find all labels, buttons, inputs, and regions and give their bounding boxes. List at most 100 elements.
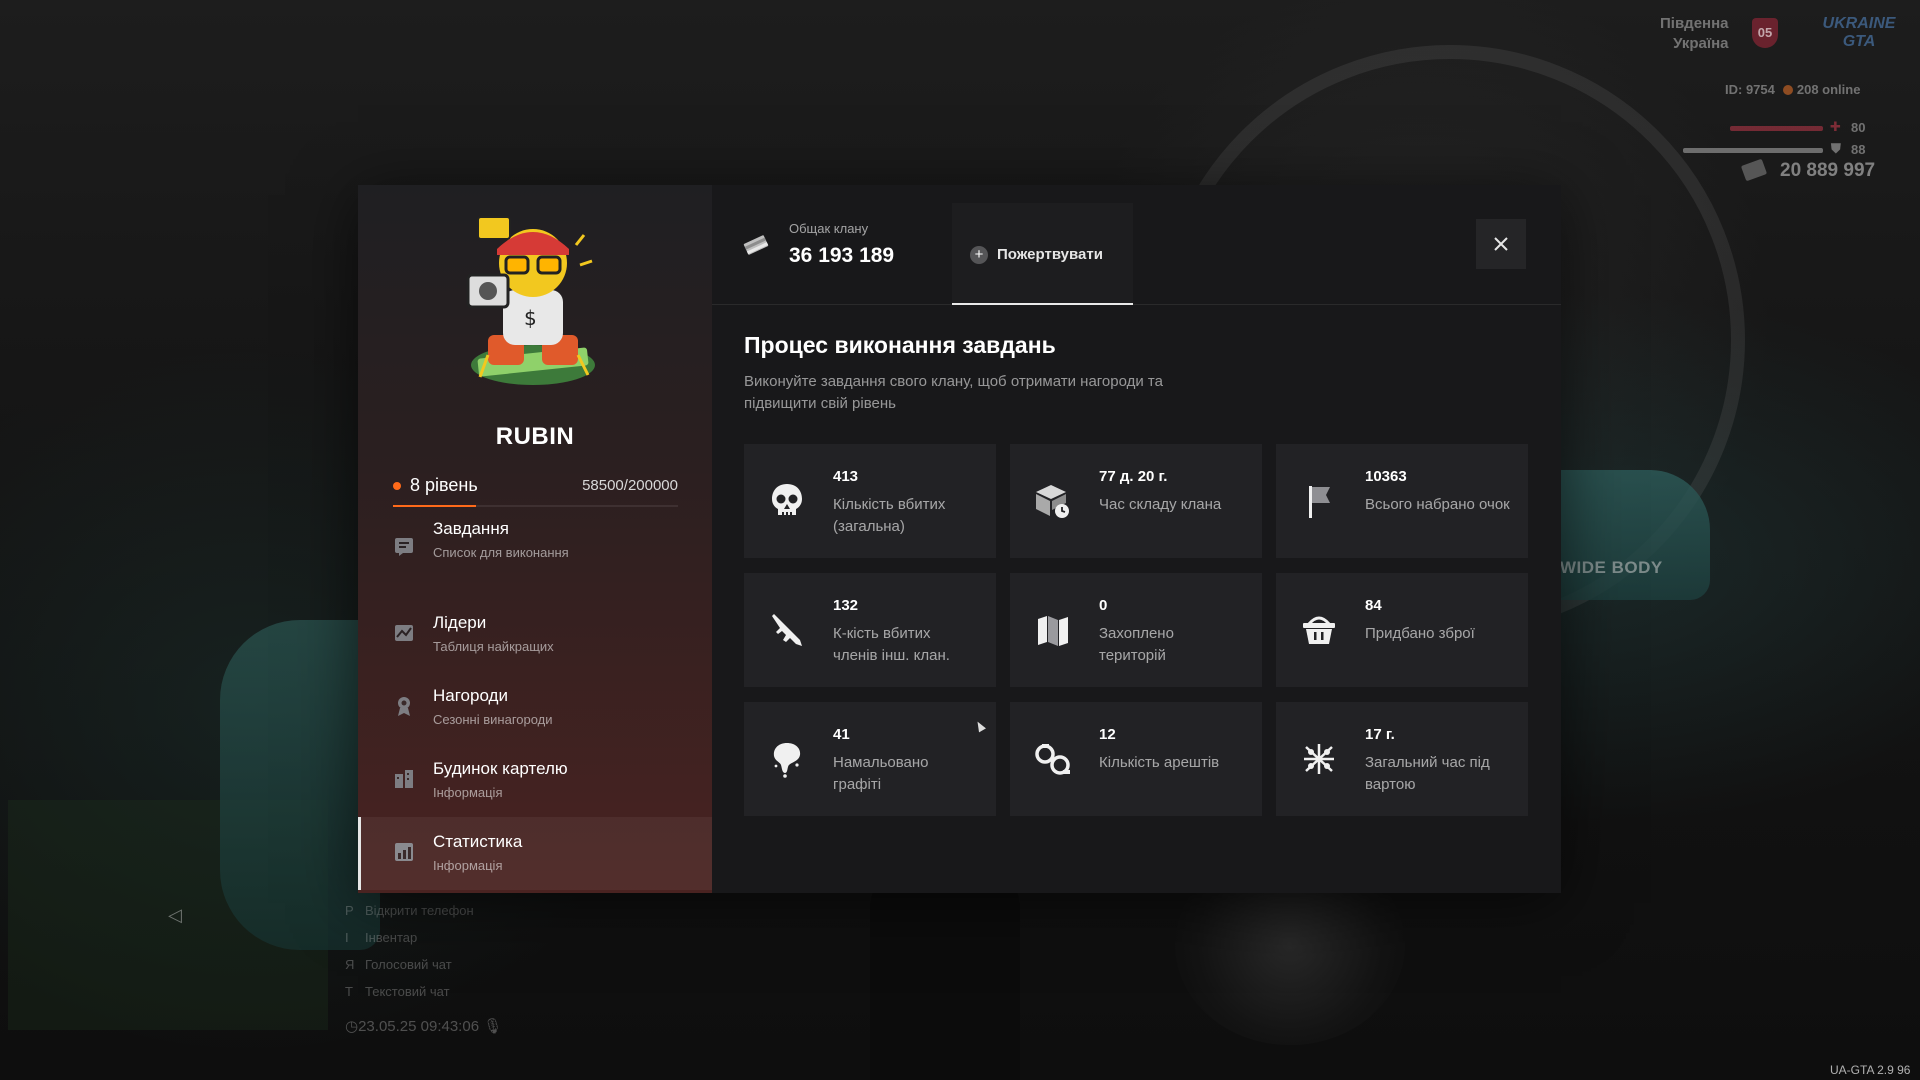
stat-value: 77 д. 20 г.: [1099, 468, 1168, 485]
stat-value: 84: [1365, 597, 1382, 614]
clan-avatar: $: [466, 216, 595, 385]
level-xp: 58500/200000: [582, 477, 678, 494]
sidebar-item-statistics[interactable]: Статистика Інформація: [358, 817, 712, 890]
sidebar-item-title: Нагороди: [433, 686, 508, 705]
clan-main-panel: Общак клану 36 193 189 + Пожертвувати Пр…: [712, 185, 1561, 893]
server-logo-line1: UKRAINE: [1822, 15, 1896, 32]
sidebar-item-subtitle: Таблиця найкращих: [433, 639, 554, 654]
server-logo-line2: GTA: [1842, 33, 1876, 50]
award-icon: [398, 697, 410, 716]
stat-card: 413 Кількість вбитих (загальна): [744, 444, 996, 558]
chart-icon: [395, 625, 413, 641]
stat-label: Час складу клана: [1099, 496, 1222, 513]
skull-icon: [772, 484, 802, 515]
sidebar-item-title: Завдання: [433, 519, 509, 538]
armor-bar: [1683, 148, 1823, 153]
stat-label: Загальний час під вартою: [1365, 754, 1490, 793]
sidebar-item-title: Будинок картелю: [433, 759, 568, 778]
key-hint: T Текстовий чат: [345, 978, 474, 1005]
stat-value: 17 г.: [1365, 726, 1395, 743]
stat-value: 132: [833, 597, 859, 614]
sidebar-item-subtitle: Інформація: [433, 858, 503, 873]
stat-label: Кількість вбитих (загальна): [833, 496, 946, 535]
stat-value: 12: [1099, 726, 1116, 743]
hud-id-online: ID: 9754 208 online: [1725, 82, 1860, 97]
key-hint-key: Я: [345, 957, 355, 972]
key-hints: P Відкрити телефон I Інвентар Я Голосовий ч…: [345, 897, 474, 1005]
clock-icon: ◷: [345, 1018, 359, 1035]
money-value: 20 889 997: [1780, 160, 1876, 181]
stat-card: 77 д. 20 г. Час складу клана: [1010, 444, 1262, 558]
sidebar-item-title: Статистика: [433, 832, 523, 851]
money-icon: [1740, 158, 1768, 182]
key-hint: Я Голосовий чат: [345, 951, 474, 978]
stat-card: 0 Захоплено територій: [1010, 573, 1262, 687]
section-description: Виконуйте завдання свого клану, щоб отри…: [744, 373, 1163, 412]
svg-text:$: $: [524, 306, 537, 330]
armor-icon: ⛊: [1831, 141, 1841, 156]
stat-value: 10363: [1365, 468, 1407, 485]
map-icon: [1038, 616, 1068, 646]
clan-modal: $ RUBIN 8 рівень 58500/200000 Завдання С…: [358, 185, 1561, 893]
region-badge: 05: [1752, 18, 1778, 48]
stat-card: 132 К-кість вбитих членів інш. клан.: [744, 573, 996, 687]
hud-region: Південна Україна: [1660, 14, 1729, 54]
donate-button-label: Пожертвувати: [997, 246, 1103, 263]
basket-icon: [1303, 616, 1335, 644]
stat-card: 41 Намальовано графіті: [744, 702, 996, 816]
server-logo: UKRAINE GTA: [1818, 15, 1900, 55]
key-hint-label: Голосовий чат: [365, 957, 452, 972]
close-icon: [1494, 237, 1508, 251]
level-progress: [393, 505, 678, 507]
key-hint-key: I: [345, 930, 349, 945]
treasury-value: 36 193 189: [789, 244, 895, 267]
sidebar-item-subtitle: Сезонні винагороди: [433, 712, 553, 727]
spray-icon: [773, 743, 801, 778]
building-icon: [395, 770, 413, 788]
box-clock-icon: [1036, 485, 1069, 518]
hud-region-line1: Південна: [1660, 15, 1729, 32]
sidebar-item-awards[interactable]: Нагороди Сезонні винагороди: [358, 671, 712, 744]
sidebar-item-subtitle: Список для виконання: [433, 545, 569, 560]
background-car-text: WIDE BODY: [1560, 558, 1663, 577]
stats-grid: 413 Кількість вбитих (загальна) 77 д. 20…: [744, 444, 1530, 816]
hud-region-line2: Україна: [1673, 35, 1729, 52]
stat-label: Кількість арештів: [1099, 754, 1220, 771]
sidebar-item-cartel-house[interactable]: Будинок картелю Інформація: [358, 744, 712, 817]
armor-value: 88: [1851, 142, 1866, 157]
sidebar-item-tasks[interactable]: Завдання Список для виконання: [358, 519, 712, 598]
rifle-icon: [772, 614, 802, 646]
sidebar-item-subtitle: Інформація: [433, 785, 503, 800]
stat-label: Захоплено територій: [1099, 625, 1174, 664]
handcuffs-icon: [1035, 744, 1070, 775]
prison-icon: [1304, 744, 1334, 774]
version-label: UA-GTA 2.9 96: [1830, 1063, 1911, 1077]
key-hint-label: Текстовий чат: [365, 984, 450, 999]
stat-label: Намальовано графіті: [833, 754, 929, 793]
clan-topbar: Общак клану 36 193 189 + Пожертвувати: [712, 185, 1561, 305]
stat-value: 0: [1099, 597, 1108, 614]
key-hint: P Відкрити телефон: [345, 897, 474, 924]
hud-money: 20 889 997: [1780, 160, 1875, 182]
treasury-label: Общак клану: [789, 221, 869, 236]
stat-label: К-кість вбитих членів інш. клан.: [833, 625, 950, 664]
key-hint-label: Відкрити телефон: [365, 903, 474, 918]
section-title: Процес виконання завдань: [744, 332, 1056, 358]
level-progress-fill: [393, 505, 476, 507]
health-bar: [1730, 126, 1823, 131]
money-stack-icon: [743, 235, 769, 255]
key-hint-key: T: [345, 984, 353, 999]
level-label: 8 рівень: [410, 475, 478, 495]
online-dot-icon: [1782, 85, 1793, 95]
plus-icon: +: [970, 246, 988, 264]
donate-button[interactable]: + Пожертвувати: [952, 203, 1133, 305]
stats-icon: [395, 843, 413, 861]
stat-card: 84 Придбано зброї: [1276, 573, 1528, 687]
tasks-icon: [395, 538, 413, 556]
sidebar-item-leaders[interactable]: Лідери Таблиця найкращих: [358, 598, 712, 671]
level-dot-icon: [393, 482, 401, 490]
clan-sidebar: $ RUBIN 8 рівень 58500/200000 Завдання С…: [358, 185, 712, 893]
stat-label: Всього набрано очок: [1365, 496, 1510, 513]
health-icon: ✚: [1830, 119, 1841, 134]
close-button[interactable]: [1476, 219, 1526, 269]
